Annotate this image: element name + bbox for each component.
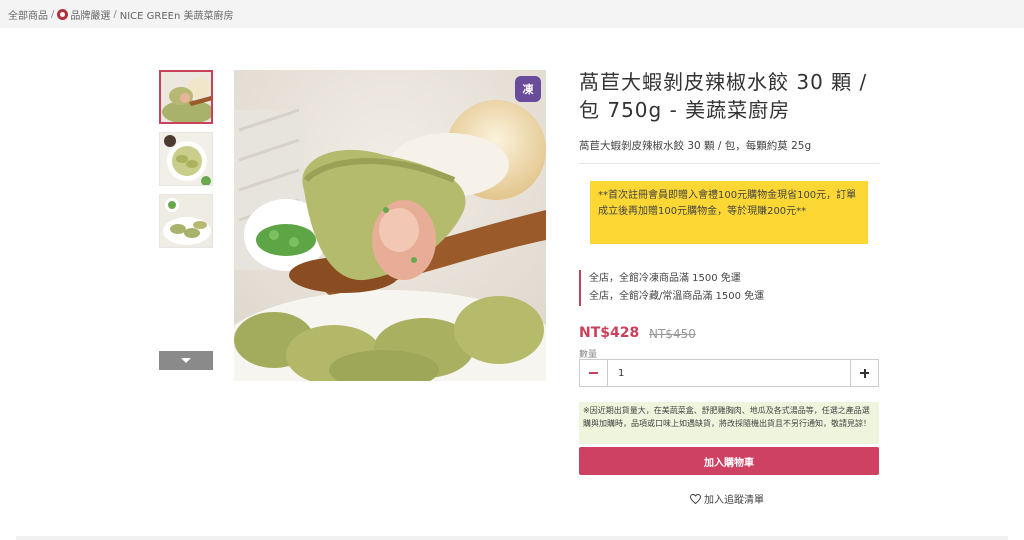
brand-logo-icon xyxy=(57,9,69,20)
minus-icon xyxy=(589,372,598,374)
breadcrumb-all-products[interactable]: 全部商品 xyxy=(8,7,48,22)
shipping-line-chilled: 全店，全館冷藏/常溫商品滿 1500 免運 xyxy=(589,291,765,302)
product-main-image[interactable]: 凍 xyxy=(234,70,546,381)
thumbnail-3-image xyxy=(160,195,212,247)
breadcrumb-current-brand[interactable]: NICE GREEn 美蔬菜廚房 xyxy=(120,7,234,22)
frozen-truck-icon: 凍 xyxy=(515,76,541,102)
add-to-wishlist-button[interactable]: 加入追蹤清單 xyxy=(690,491,764,506)
product-title: 萵苣大蝦剝皮辣椒水餃 30 顆 / 包 750g - 美蔬菜廚房 xyxy=(579,70,868,122)
shipping-line-frozen: 全店，全館冷凍商品滿 1500 免運 xyxy=(589,273,741,284)
thumbnail-2[interactable] xyxy=(159,132,213,186)
thumbnail-scroll-down-button[interactable] xyxy=(159,351,213,370)
divider xyxy=(579,163,879,164)
quantity-decrease-button[interactable] xyxy=(580,360,608,386)
breadcrumb-brand-select[interactable]: 品牌嚴選 xyxy=(70,7,110,22)
thumbnail-1-image xyxy=(161,72,211,122)
plus-icon xyxy=(860,368,869,378)
stock-notice: ※因近期出貨量大，在美蔬菜盒、舒肥雞胸肉、地瓜及各式湯品等，任選之產品選購與加購… xyxy=(579,402,879,444)
thumbnail-list xyxy=(159,70,213,256)
thumbnail-3[interactable] xyxy=(159,194,213,248)
add-to-cart-button[interactable]: 加入購物車 xyxy=(579,447,879,475)
heart-icon xyxy=(690,493,701,504)
promo-banner: **首次註冊會員即贈入會禮100元購物金現省100元，訂單成立後再加贈100元購… xyxy=(590,181,868,244)
breadcrumb: 全部商品 / 品牌嚴選 / NICE GREEn 美蔬菜廚房 xyxy=(8,7,234,22)
quantity-stepper xyxy=(579,359,879,387)
quantity-increase-button[interactable] xyxy=(850,360,878,386)
breadcrumb-separator: / xyxy=(113,9,117,20)
top-bar: 全部商品 / 品牌嚴選 / NICE GREEn 美蔬菜廚房 xyxy=(0,0,1024,28)
product-subtitle: 萵苣大蝦剝皮辣椒水餃 30 顆 / 包，每顆約莫 25g xyxy=(579,140,812,152)
sale-price: NT$428 xyxy=(579,325,640,341)
quantity-input[interactable] xyxy=(608,360,850,386)
thumbnail-2-image xyxy=(160,133,212,185)
dumpling-photo xyxy=(234,70,546,381)
thumbnail-1[interactable] xyxy=(159,70,213,124)
wishlist-label: 加入追蹤清單 xyxy=(704,495,764,506)
chevron-down-icon xyxy=(181,358,191,363)
shipping-info: 全店，全館冷凍商品滿 1500 免運 全店，全館冷藏/常溫商品滿 1500 免運 xyxy=(579,270,764,306)
original-price: NT$450 xyxy=(649,327,696,341)
breadcrumb-separator: / xyxy=(51,9,55,20)
footer-divider xyxy=(16,536,1008,540)
